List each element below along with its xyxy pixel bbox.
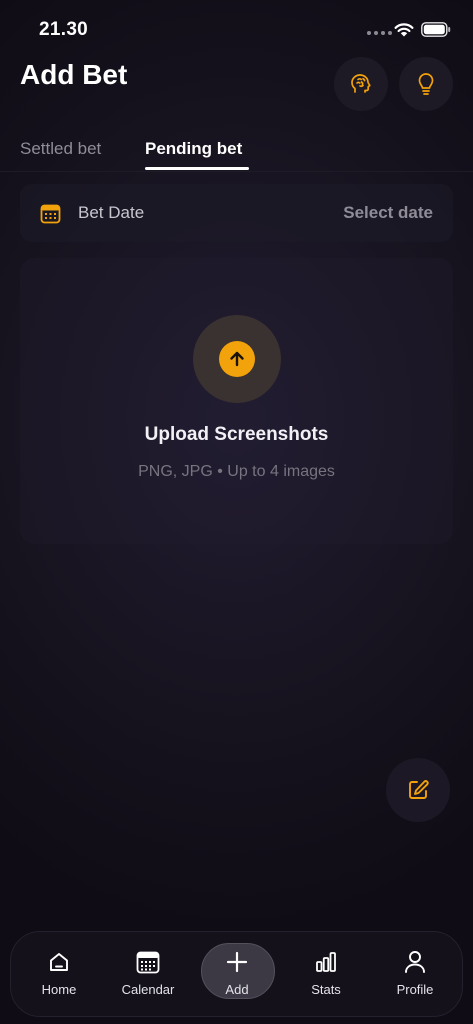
upload-dropzone[interactable]: Upload Screenshots PNG, JPG • Up to 4 im… [20, 258, 453, 544]
home-icon [50, 953, 68, 971]
status-bar: 21.30 [0, 0, 473, 56]
nav-calendar[interactable]: Calendar [110, 932, 186, 1018]
plus-icon [226, 951, 248, 973]
select-date-button[interactable]: Select date [343, 203, 433, 223]
battery-icon [421, 22, 451, 37]
upload-subtitle: PNG, JPG • Up to 4 images [138, 463, 335, 480]
status-time: 21.30 [39, 19, 89, 40]
nav-home-label: Home [41, 982, 77, 997]
user-icon [405, 951, 425, 973]
nav-add[interactable]: Add [199, 932, 275, 1018]
bar-chart-icon [316, 952, 336, 972]
signal-icon [367, 31, 392, 35]
brain-icon [351, 74, 371, 93]
brain-button[interactable] [334, 57, 388, 111]
nav-calendar-label: Calendar [121, 982, 175, 997]
tab-pending-bet[interactable]: Pending bet [145, 139, 242, 159]
manual-entry-button[interactable] [386, 758, 450, 822]
active-tab-indicator [145, 167, 249, 170]
bet-date-label: Bet Date [78, 203, 145, 222]
arrow-up-icon [230, 351, 244, 367]
nav-stats-label: Stats [311, 982, 341, 997]
nav-profile[interactable]: Profile [377, 932, 453, 1018]
bet-date-row[interactable]: Bet Date Select date [20, 184, 453, 242]
tips-button[interactable] [399, 57, 453, 111]
upload-button[interactable] [193, 315, 281, 403]
upload-title: Upload Screenshots [144, 424, 329, 445]
add-bet-screen: 21.30 Add Bet Settled bet Pending bet Be… [0, 0, 473, 1024]
wifi-icon [394, 23, 414, 37]
bet-type-tabs: Settled bet Pending bet [0, 130, 473, 172]
lightbulb-icon [418, 73, 434, 95]
nav-stats[interactable]: Stats [288, 932, 364, 1018]
calendar-icon [40, 204, 61, 224]
page-title: Add Bet [20, 59, 128, 90]
bottom-navigation: Home Calendar Add Stats Profile [10, 931, 463, 1017]
nav-add-label: Add [225, 982, 249, 997]
edit-icon [409, 780, 429, 799]
nav-profile-label: Profile [396, 982, 434, 997]
tab-settled-bet[interactable]: Settled bet [20, 139, 101, 159]
calendar-icon [136, 951, 160, 974]
nav-home[interactable]: Home [21, 932, 97, 1018]
